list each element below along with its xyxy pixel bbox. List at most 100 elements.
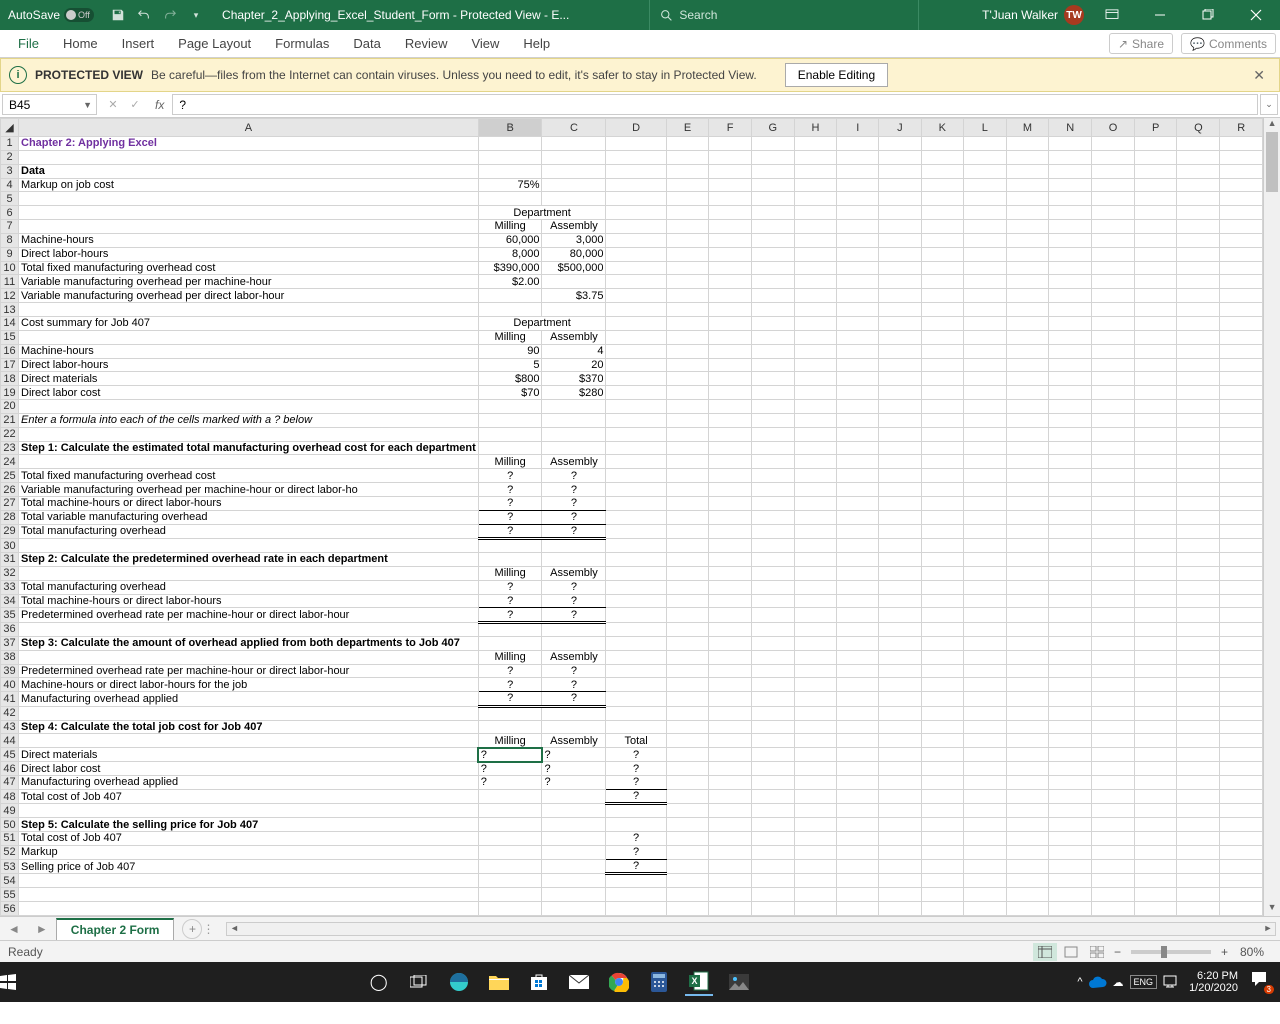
row-header-49[interactable]: 49 [1, 804, 19, 818]
cell-B34[interactable]: ? [478, 594, 542, 608]
row-header-53[interactable]: 53 [1, 859, 19, 874]
cell-P12[interactable] [1134, 289, 1177, 303]
cell-K33[interactable] [921, 580, 964, 594]
cell-G25[interactable] [751, 469, 794, 483]
cell-O42[interactable] [1092, 706, 1135, 720]
cell-P53[interactable] [1134, 859, 1177, 874]
cell-J30[interactable] [879, 539, 921, 553]
cell-D45[interactable]: ? [606, 748, 666, 762]
cell-O51[interactable] [1092, 832, 1135, 846]
cell-J32[interactable] [879, 566, 921, 580]
cell-L47[interactable] [964, 775, 1006, 789]
row-header-56[interactable]: 56 [1, 902, 19, 916]
cell-J28[interactable] [879, 510, 921, 524]
cell-Q28[interactable] [1177, 510, 1220, 524]
row-header-19[interactable]: 19 [1, 386, 19, 400]
cell-C39[interactable]: ? [542, 664, 606, 678]
cell-D33[interactable] [606, 580, 666, 594]
cell-Q49[interactable] [1177, 804, 1220, 818]
cell-B54[interactable] [478, 874, 542, 888]
cell-E50[interactable] [666, 818, 709, 832]
cell-N39[interactable] [1049, 664, 1092, 678]
cell-B17[interactable]: 5 [478, 358, 542, 372]
cell-D17[interactable] [606, 358, 666, 372]
cell-Q50[interactable] [1177, 818, 1220, 832]
cell-E13[interactable] [666, 303, 709, 317]
cell-H56[interactable] [794, 902, 837, 916]
cell-B22[interactable] [478, 427, 542, 441]
cell-Q48[interactable] [1177, 789, 1220, 804]
cell-E16[interactable] [666, 344, 709, 358]
cell-E56[interactable] [666, 902, 709, 916]
cell-H33[interactable] [794, 580, 837, 594]
cell-L12[interactable] [964, 289, 1006, 303]
cell-H35[interactable] [794, 608, 837, 623]
cell-O46[interactable] [1092, 762, 1135, 776]
row-header-9[interactable]: 9 [1, 247, 19, 261]
sheet-tab-active[interactable]: Chapter 2 Form [56, 918, 175, 940]
cell-G54[interactable] [751, 874, 794, 888]
row-header-38[interactable]: 38 [1, 650, 19, 664]
cell-M37[interactable] [1006, 636, 1049, 650]
cell-J13[interactable] [879, 303, 921, 317]
cell-H47[interactable] [794, 775, 837, 789]
cell-D10[interactable] [606, 261, 666, 275]
cell-M25[interactable] [1006, 469, 1049, 483]
cell-Q12[interactable] [1177, 289, 1220, 303]
cell-J26[interactable] [879, 483, 921, 497]
cell-E34[interactable] [666, 594, 709, 608]
col-header-F[interactable]: F [709, 119, 752, 137]
cell-I26[interactable] [837, 483, 879, 497]
cell-F23[interactable] [709, 441, 752, 455]
cell-B4[interactable]: 75% [478, 178, 542, 192]
cell-F43[interactable] [709, 720, 752, 734]
cell-E52[interactable] [666, 845, 709, 859]
cell-K54[interactable] [921, 874, 964, 888]
cell-E9[interactable] [666, 247, 709, 261]
cell-Q8[interactable] [1177, 233, 1220, 247]
cell-H41[interactable] [794, 692, 837, 707]
cell-A35[interactable]: Predetermined overhead rate per machine-… [19, 608, 479, 623]
cell-B30[interactable] [478, 539, 542, 553]
cell-G20[interactable] [751, 400, 794, 414]
cell-I56[interactable] [837, 902, 879, 916]
select-all-cell[interactable]: ◢ [1, 119, 19, 137]
cell-P8[interactable] [1134, 233, 1177, 247]
cell-A42[interactable] [19, 706, 479, 720]
cell-L20[interactable] [964, 400, 1006, 414]
undo-icon[interactable] [134, 5, 154, 25]
spreadsheet-grid[interactable]: ◢ABCDEFGHIJKLMNOPQR1Chapter 2: Applying … [0, 118, 1280, 916]
cell-P48[interactable] [1134, 789, 1177, 804]
cell-B33[interactable]: ? [478, 580, 542, 594]
cell-L39[interactable] [964, 664, 1006, 678]
cell-Q46[interactable] [1177, 762, 1220, 776]
cell-C25[interactable]: ? [542, 469, 606, 483]
cell-R40[interactable] [1220, 678, 1263, 692]
cell-D8[interactable] [606, 233, 666, 247]
cell-H15[interactable] [794, 330, 837, 344]
cell-R43[interactable] [1220, 720, 1263, 734]
ribbon-tab-review[interactable]: Review [393, 30, 460, 57]
cell-K17[interactable] [921, 358, 964, 372]
cell-N1[interactable] [1049, 137, 1092, 151]
ribbon-tab-page-layout[interactable]: Page Layout [166, 30, 263, 57]
cell-G42[interactable] [751, 706, 794, 720]
cell-F25[interactable] [709, 469, 752, 483]
cell-M44[interactable] [1006, 734, 1049, 748]
cell-J35[interactable] [879, 608, 921, 623]
cell-K9[interactable] [921, 247, 964, 261]
cell-O20[interactable] [1092, 400, 1135, 414]
cell-M18[interactable] [1006, 372, 1049, 386]
cell-N46[interactable] [1049, 762, 1092, 776]
cell-C41[interactable]: ? [542, 692, 606, 707]
cell-P56[interactable] [1134, 902, 1177, 916]
edge-icon[interactable] [445, 968, 473, 996]
cell-R30[interactable] [1220, 539, 1263, 553]
cell-O8[interactable] [1092, 233, 1135, 247]
calculator-icon[interactable] [645, 968, 673, 996]
cell-M51[interactable] [1006, 832, 1049, 846]
cell-R17[interactable] [1220, 358, 1263, 372]
cell-N9[interactable] [1049, 247, 1092, 261]
cell-G52[interactable] [751, 845, 794, 859]
cell-N51[interactable] [1049, 832, 1092, 846]
